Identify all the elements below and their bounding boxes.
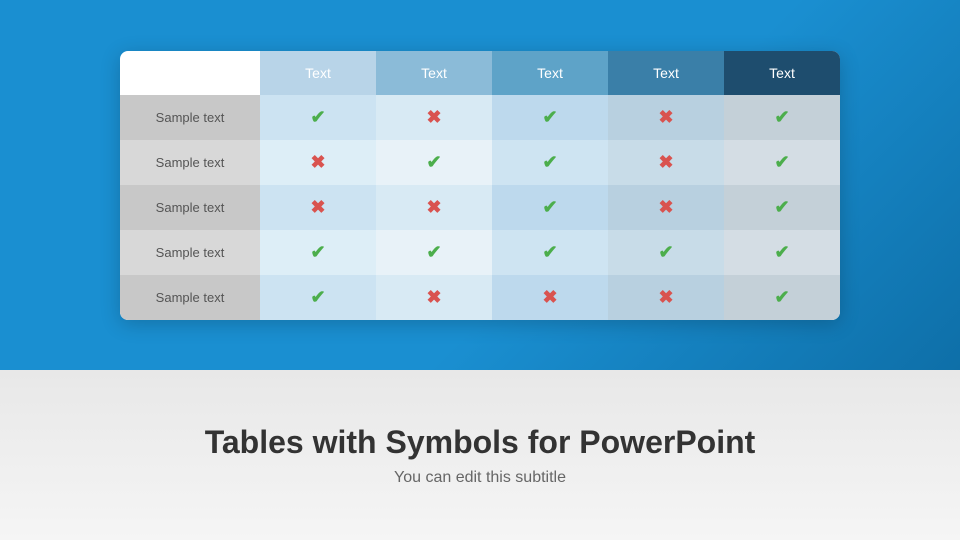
check-icon: ✔ [542,107,557,127]
cell-r1-c4: ✔ [724,140,840,185]
bottom-section: Tables with Symbols for PowerPoint You c… [0,370,960,540]
row-label: Sample text [120,140,260,185]
cross-icon: ✖ [426,197,441,217]
cell-r3-c1: ✔ [376,230,492,275]
cell-r3-c2: ✔ [492,230,608,275]
check-icon: ✔ [310,107,325,127]
cross-icon: ✖ [310,152,325,172]
cross-icon: ✖ [310,197,325,217]
top-section: Text Text Text Text Text Sample text ✔ ✖ ✔ ✖… [0,0,960,370]
row-label: Sample text [120,230,260,275]
header-col-5: Text [724,51,840,95]
check-icon: ✔ [310,242,325,262]
page-title: Tables with Symbols for PowerPoint [205,424,756,461]
cell-r4-c3: ✖ [608,275,724,320]
cell-r2-c4: ✔ [724,185,840,230]
cross-icon: ✖ [658,107,673,127]
row-label: Sample text [120,95,260,140]
table-header-row: Text Text Text Text Text [120,51,840,95]
cell-r0-c4: ✔ [724,95,840,140]
cross-icon: ✖ [658,152,673,172]
cell-r1-c3: ✖ [608,140,724,185]
cell-r1-c1: ✔ [376,140,492,185]
header-col-2: Text [376,51,492,95]
cell-r0-c1: ✖ [376,95,492,140]
cross-icon: ✖ [658,287,673,307]
cell-r2-c0: ✖ [260,185,376,230]
table-row: Sample text ✖ ✖ ✔ ✖ ✔ [120,185,840,230]
comparison-table: Text Text Text Text Text Sample text ✔ ✖ ✔ ✖… [120,51,840,320]
table-row: Sample text ✔ ✔ ✔ ✔ ✔ [120,230,840,275]
check-icon: ✔ [426,152,441,172]
check-icon: ✔ [542,197,557,217]
cell-r4-c1: ✖ [376,275,492,320]
check-icon: ✔ [310,287,325,307]
header-col-3: Text [492,51,608,95]
check-icon: ✔ [774,152,789,172]
cell-r3-c0: ✔ [260,230,376,275]
cell-r2-c1: ✖ [376,185,492,230]
table-row: Sample text ✔ ✖ ✔ ✖ ✔ [120,95,840,140]
check-icon: ✔ [426,242,441,262]
cell-r1-c2: ✔ [492,140,608,185]
cross-icon: ✖ [542,287,557,307]
check-icon: ✔ [542,242,557,262]
header-col-1: Text [260,51,376,95]
table-row: Sample text ✔ ✖ ✖ ✖ ✔ [120,275,840,320]
table-card: Text Text Text Text Text Sample text ✔ ✖ ✔ ✖… [120,51,840,320]
cell-r3-c4: ✔ [724,230,840,275]
cell-r2-c3: ✖ [608,185,724,230]
cross-icon: ✖ [426,287,441,307]
cross-icon: ✖ [426,107,441,127]
check-icon: ✔ [658,242,673,262]
cell-r4-c4: ✔ [724,275,840,320]
check-icon: ✔ [774,242,789,262]
check-icon: ✔ [774,287,789,307]
page-subtitle: You can edit this subtitle [394,469,566,487]
check-icon: ✔ [774,107,789,127]
cell-r2-c2: ✔ [492,185,608,230]
cell-r0-c0: ✔ [260,95,376,140]
header-col-4: Text [608,51,724,95]
cell-r1-c0: ✖ [260,140,376,185]
table-row: Sample text ✖ ✔ ✔ ✖ ✔ [120,140,840,185]
check-icon: ✔ [542,152,557,172]
cell-r4-c0: ✔ [260,275,376,320]
row-label: Sample text [120,275,260,320]
cell-r3-c3: ✔ [608,230,724,275]
row-label: Sample text [120,185,260,230]
cross-icon: ✖ [658,197,673,217]
cell-r4-c2: ✖ [492,275,608,320]
check-icon: ✔ [774,197,789,217]
cell-r0-c2: ✔ [492,95,608,140]
header-empty [120,51,260,95]
cell-r0-c3: ✖ [608,95,724,140]
